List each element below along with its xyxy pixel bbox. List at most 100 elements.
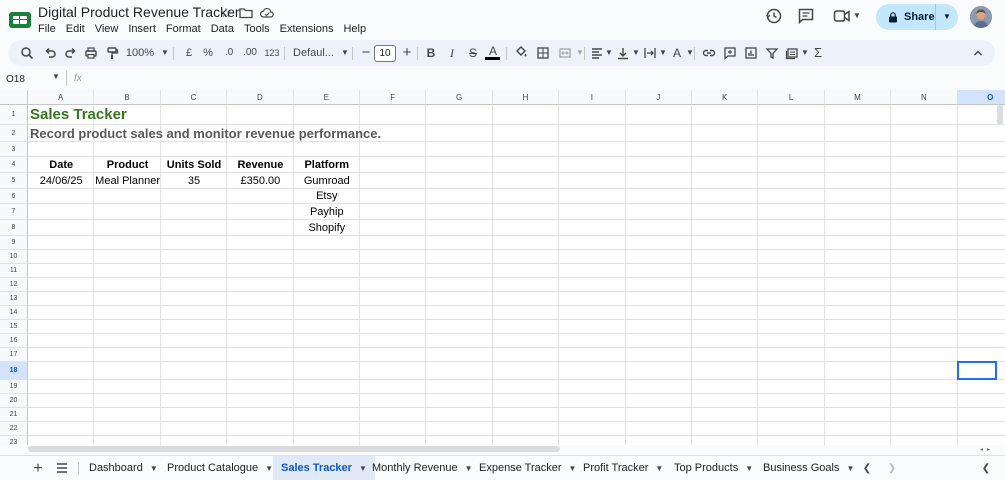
- cloud-status-icon[interactable]: [259, 5, 275, 21]
- sheet-tab-sales-tracker[interactable]: Sales Tracker ▼: [273, 456, 375, 480]
- row-header-18[interactable]: 18: [0, 362, 28, 380]
- row-header-14[interactable]: 14: [0, 306, 28, 320]
- sheet-tab-caret-icon[interactable]: ▼: [150, 464, 158, 473]
- header-cell-units-sold[interactable]: Units Sold: [161, 157, 227, 173]
- merge-dropdown-caret-icon[interactable]: ▼: [571, 43, 589, 63]
- row-header-5[interactable]: 5: [0, 173, 28, 189]
- row-header-8[interactable]: 8: [0, 220, 28, 236]
- increase-decimal-button[interactable]: .00: [241, 43, 259, 63]
- font-size-input[interactable]: 10: [374, 45, 396, 62]
- share-dropdown-caret-icon[interactable]: ▼: [935, 4, 958, 30]
- menu-tools[interactable]: Tools: [244, 21, 270, 37]
- search-menus-icon[interactable]: [18, 46, 36, 60]
- italic-icon[interactable]: I: [443, 43, 461, 63]
- row-header-19[interactable]: 19: [0, 380, 28, 394]
- header-cell-revenue[interactable]: Revenue: [227, 157, 293, 173]
- explore-panel-chevron-left-icon[interactable]: ❮: [976, 456, 996, 480]
- row-header-2[interactable]: 2: [0, 125, 28, 142]
- sheet-tab-caret-icon[interactable]: ▼: [745, 464, 753, 473]
- avatar[interactable]: [970, 6, 992, 28]
- column-header-m[interactable]: M: [824, 90, 892, 105]
- print-icon[interactable]: [82, 46, 100, 60]
- row-header-7[interactable]: 7: [0, 204, 28, 220]
- row-header-12[interactable]: 12: [0, 278, 28, 292]
- undo-icon[interactable]: [41, 46, 59, 60]
- sheet-tab-business-goals[interactable]: Business Goals ▼: [755, 456, 862, 480]
- redo-icon[interactable]: [62, 46, 80, 60]
- hide-menus-chevron-up-icon[interactable]: [969, 46, 987, 60]
- formula-input[interactable]: [92, 72, 992, 86]
- column-header-h[interactable]: H: [492, 90, 560, 105]
- platform-cell[interactable]: Etsy: [294, 189, 360, 204]
- sheet-tab-caret-icon[interactable]: ▼: [846, 464, 854, 473]
- column-header-g[interactable]: G: [426, 90, 493, 105]
- row-header-23[interactable]: 23: [0, 436, 28, 445]
- sheet-tab-dashboard[interactable]: Dashboard ▼: [81, 456, 166, 480]
- share-main-button[interactable]: Share: [876, 4, 935, 30]
- column-header-o[interactable]: O: [957, 90, 1005, 105]
- row-header-10[interactable]: 10: [0, 250, 28, 264]
- menu-data[interactable]: Data: [211, 21, 234, 37]
- functions-sigma-icon[interactable]: Σ: [809, 43, 827, 63]
- row-header-9[interactable]: 9: [0, 236, 28, 250]
- column-header-l[interactable]: L: [758, 90, 825, 105]
- column-header-e[interactable]: E: [293, 90, 360, 105]
- format-percent-button[interactable]: %: [199, 43, 217, 63]
- data-cell[interactable]: Meal Planner: [94, 173, 160, 189]
- menu-insert[interactable]: Insert: [128, 21, 156, 37]
- column-header-n[interactable]: N: [891, 90, 958, 105]
- menu-file[interactable]: File: [38, 21, 56, 37]
- zoom-dropdown-caret-icon[interactable]: ▼: [156, 43, 174, 63]
- column-header-k[interactable]: K: [692, 90, 759, 105]
- font-family-select[interactable]: Defaul...: [293, 43, 338, 63]
- fill-color-icon[interactable]: [512, 45, 530, 59]
- sheet-tab-caret-icon[interactable]: ▼: [265, 464, 273, 473]
- column-header-a[interactable]: A: [28, 90, 95, 105]
- spreadsheet-grid[interactable]: A B C D E F G H I J K L M N O 1 2 3 4 5 6 7 8 9 10 11 12 13 14 15 16 17…: [0, 90, 1005, 445]
- select-all-corner[interactable]: [0, 90, 28, 105]
- filter-icon[interactable]: [763, 46, 781, 60]
- scroll-arrows-icon[interactable]: ◂▸: [980, 446, 994, 453]
- format-currency-button[interactable]: £: [180, 43, 198, 63]
- rotation-dropdown-caret-icon[interactable]: ▼: [681, 43, 699, 63]
- column-header-d[interactable]: D: [227, 90, 294, 105]
- column-header-b[interactable]: B: [94, 90, 161, 105]
- increase-font-size-icon[interactable]: +: [398, 43, 416, 63]
- insert-chart-icon[interactable]: [742, 46, 760, 60]
- row-header-6[interactable]: 6: [0, 189, 28, 204]
- decrease-font-size-icon[interactable]: −: [357, 43, 375, 63]
- decrease-decimal-button[interactable]: .0: [220, 43, 238, 63]
- insert-link-icon[interactable]: [700, 46, 718, 60]
- row-header-17[interactable]: 17: [0, 348, 28, 362]
- data-cell[interactable]: Gumroad: [294, 173, 360, 189]
- row-header-22[interactable]: 22: [0, 422, 28, 436]
- column-header-f[interactable]: F: [360, 90, 427, 105]
- comments-icon[interactable]: [795, 6, 817, 26]
- header-cell-platform[interactable]: Platform: [294, 157, 360, 173]
- sheet-tab-caret-icon[interactable]: ▼: [655, 464, 663, 473]
- paint-format-icon[interactable]: [103, 46, 121, 60]
- zoom-select[interactable]: 100%: [124, 43, 156, 63]
- bold-icon[interactable]: B: [422, 43, 440, 63]
- header-cell-product[interactable]: Product: [94, 157, 160, 173]
- platform-cell[interactable]: Payhip: [294, 204, 360, 220]
- more-formats-button[interactable]: 123: [263, 43, 281, 63]
- row-header-4[interactable]: 4: [0, 157, 28, 173]
- data-cell[interactable]: 35: [161, 173, 227, 189]
- menu-view[interactable]: View: [95, 21, 119, 37]
- header-cell-date[interactable]: Date: [28, 157, 94, 173]
- star-icon[interactable]: ☆: [218, 5, 234, 21]
- version-history-icon[interactable]: [763, 6, 785, 26]
- row-header-11[interactable]: 11: [0, 264, 28, 278]
- move-folder-icon[interactable]: [238, 5, 254, 21]
- sheet-tab-monthly-revenue[interactable]: Monthly Revenue ▼: [364, 456, 481, 480]
- scroll-tabs-right-icon[interactable]: ❯: [882, 456, 902, 480]
- column-header-j[interactable]: J: [625, 90, 692, 105]
- sheet-tab-top-products[interactable]: Top Products ▼: [666, 456, 761, 480]
- sheet-subtitle-cell[interactable]: Record product sales and monitor revenue…: [30, 125, 381, 142]
- column-header-i[interactable]: I: [559, 90, 626, 105]
- selected-cell-o18[interactable]: [956, 361, 997, 380]
- menu-help[interactable]: Help: [343, 21, 366, 37]
- sheet-tab-product-catalogue[interactable]: Product Catalogue ▼: [159, 456, 281, 480]
- name-box[interactable]: O18: [6, 74, 25, 85]
